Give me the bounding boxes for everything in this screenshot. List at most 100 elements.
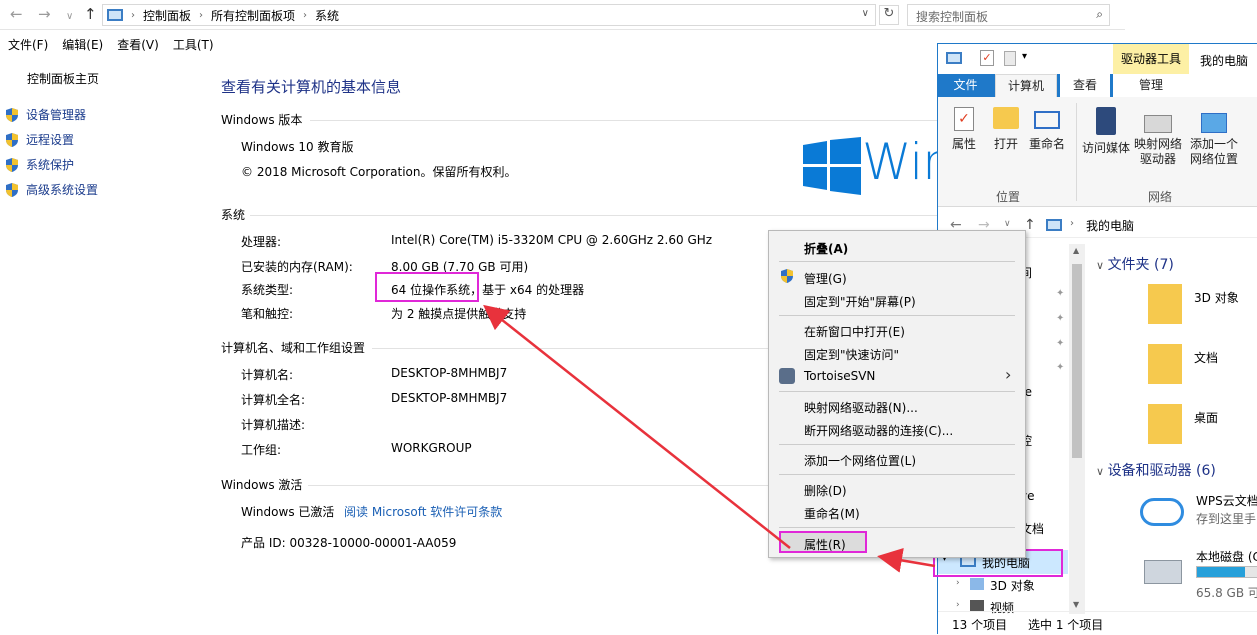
refresh-icon[interactable]: ↻: [879, 5, 899, 25]
menu-item-tortoisesvn[interactable]: TortoiseSVN: [804, 369, 875, 383]
tab-view[interactable]: 查看: [1060, 74, 1110, 97]
hard-drive-icon: [1144, 560, 1182, 584]
sidebar-item-protection[interactable]: 系统保护: [4, 156, 74, 173]
menu-view[interactable]: 查看(V): [117, 36, 159, 53]
item-desc: 65.8 GB 可: [1196, 586, 1257, 600]
license-terms-link[interactable]: 阅读 Microsoft 软件许可条款: [344, 503, 502, 520]
breadcrumb-all-items[interactable]: 所有控制面板项: [211, 7, 295, 24]
row-label-system-type: 系统类型:: [241, 283, 294, 297]
menu-item-collapse[interactable]: 折叠(A): [804, 240, 848, 257]
menu-item-open-new-window[interactable]: 在新窗口中打开(E): [804, 323, 905, 340]
ribbon-open-button[interactable]: 打开: [988, 107, 1024, 152]
ribbon-add-location-button[interactable]: 添加一个网络位置: [1186, 107, 1242, 167]
folders-group-header[interactable]: ∨ 文件夹 (7): [1096, 254, 1174, 274]
cloud-icon: [1140, 498, 1184, 526]
menu-item-add-location[interactable]: 添加一个网络位置(L): [804, 452, 916, 469]
folder-icon: [1148, 344, 1182, 384]
menu-bar: 文件(F) 编辑(E) 查看(V) 工具(T): [0, 33, 940, 55]
shield-icon: [4, 107, 20, 123]
expand-icon[interactable]: ›: [956, 578, 960, 588]
edition-value: Windows 10 教育版: [241, 140, 354, 154]
section-title-activation: Windows 激活: [221, 478, 303, 492]
back-icon[interactable]: ←: [10, 6, 23, 22]
menu-separator: [779, 444, 1015, 445]
breadcrumb-system[interactable]: 系统: [315, 7, 339, 24]
disk-usage-bar: [1196, 566, 1257, 578]
sidebar-home-link[interactable]: 控制面板主页: [27, 70, 99, 87]
system-type-highlight: [375, 272, 479, 302]
recent-chevron-icon[interactable]: ∨: [66, 9, 73, 25]
shield-icon: [4, 182, 20, 198]
arrow-to-properties: [877, 548, 936, 573]
folder-icon: [1148, 284, 1182, 324]
sidebar-item-label: 系统保护: [26, 158, 75, 172]
ribbon-group-location: 位置: [996, 190, 1021, 204]
quick-access-dropdown-icon[interactable]: ▾: [1022, 51, 1027, 62]
path-segment[interactable]: 我的电脑: [1086, 217, 1134, 234]
up-icon[interactable]: ↑: [84, 6, 97, 22]
menu-item-pin-start[interactable]: 固定到"开始"屏幕(P): [804, 293, 916, 310]
sidebar-item-remote[interactable]: 远程设置: [4, 131, 74, 148]
menu-separator: [779, 261, 1015, 262]
forward-icon[interactable]: →: [38, 6, 51, 22]
window-title: 我的电脑: [1200, 54, 1249, 68]
menu-item-properties[interactable]: 属性(R): [779, 531, 867, 553]
scroll-down-icon[interactable]: ▼: [1073, 600, 1079, 609]
scrollbar-thumb[interactable]: [1072, 264, 1082, 458]
new-folder-icon[interactable]: [1004, 51, 1016, 66]
status-bar: 13 个项目 选中 1 个项目: [938, 611, 1257, 635]
menu-file[interactable]: 文件(F): [8, 36, 48, 53]
pin-icon: ✦: [1056, 313, 1065, 324]
ribbon-rename-button[interactable]: 重命名: [1026, 107, 1068, 152]
menu-item-pin-quick-access[interactable]: 固定到"快速访问": [804, 346, 899, 363]
ribbon-map-drive-button[interactable]: 映射网络驱动器: [1132, 107, 1184, 167]
menu-edit[interactable]: 编辑(E): [62, 36, 103, 53]
activation-status: Windows 已激活: [241, 505, 335, 519]
menu-item-delete[interactable]: 删除(D): [804, 482, 847, 499]
recent-chevron-icon[interactable]: ∨: [1004, 219, 1011, 229]
ribbon-properties-button[interactable]: ✓ 属性: [948, 107, 980, 152]
breadcrumb-control-panel[interactable]: 控制面板: [143, 7, 191, 24]
menu-item-disconnect-drive[interactable]: 断开网络驱动器的连接(C)...: [804, 422, 953, 439]
properties-check-icon[interactable]: ✓: [980, 50, 994, 66]
scroll-up-icon[interactable]: ▲: [1073, 246, 1079, 255]
drive-tools-context-tab: 驱动器工具: [1113, 44, 1189, 74]
ribbon-access-media-button[interactable]: 访问媒体: [1080, 107, 1132, 156]
sidebar-item-advanced[interactable]: 高级系统设置: [4, 181, 98, 198]
tree-item-3d-objects[interactable]: › 3D 对象: [938, 574, 1068, 596]
item-label: 本地磁盘 (C: [1196, 550, 1257, 564]
menu-item-manage[interactable]: 管理(G): [804, 270, 847, 287]
sidebar-item-device-manager[interactable]: 设备管理器: [4, 106, 86, 123]
devices-group-header[interactable]: ∨ 设备和驱动器 (6): [1096, 460, 1216, 480]
group-header-label: 文件夹 (7): [1107, 257, 1174, 273]
menu-item-rename[interactable]: 重命名(M): [804, 505, 860, 522]
explorer-titlebar: ✓ ▾ 驱动器工具 我的电脑: [938, 44, 1257, 74]
ribbon-label: 访问媒体: [1081, 141, 1130, 155]
arrow-to-system-type: [483, 304, 791, 549]
tab-file[interactable]: 文件: [938, 74, 993, 97]
search-input[interactable]: 搜索控制面板 ⌕: [907, 4, 1110, 26]
monitor-icon: [107, 9, 123, 21]
shield-icon: [4, 132, 20, 148]
address-dropdown-icon[interactable]: ∨: [862, 8, 869, 19]
menu-item-map-drive[interactable]: 映射网络驱动器(N)...: [804, 399, 918, 416]
tab-manage[interactable]: 管理: [1113, 74, 1189, 97]
section-divider: [310, 120, 940, 121]
menu-tools[interactable]: 工具(T): [173, 36, 214, 53]
group-header-label: 设备和驱动器 (6): [1107, 463, 1216, 479]
menu-item-label: 属性(R): [804, 538, 846, 552]
properties-icon: ✓: [954, 107, 974, 131]
row-label-full-name: 计算机全名:: [241, 393, 306, 407]
section-title-computer: 计算机名、域和工作组设置: [221, 341, 366, 355]
computer-icon: [1046, 219, 1062, 231]
nav-scrollbar[interactable]: ▲ ▼: [1069, 244, 1085, 614]
expand-icon[interactable]: ›: [956, 600, 960, 610]
address-box[interactable]: › 控制面板 › 所有控制面板项 › 系统 ∨: [102, 4, 876, 26]
sidebar-item-label: 设备管理器: [26, 108, 87, 122]
shield-icon: [779, 268, 795, 284]
search-icon[interactable]: ⌕: [1096, 7, 1103, 22]
sidebar-item-label: 高级系统设置: [26, 183, 99, 197]
tab-computer[interactable]: 计算机: [995, 74, 1057, 97]
section-title-edition: Windows 版本: [221, 113, 303, 127]
item-label: WPS云文档: [1196, 494, 1257, 508]
